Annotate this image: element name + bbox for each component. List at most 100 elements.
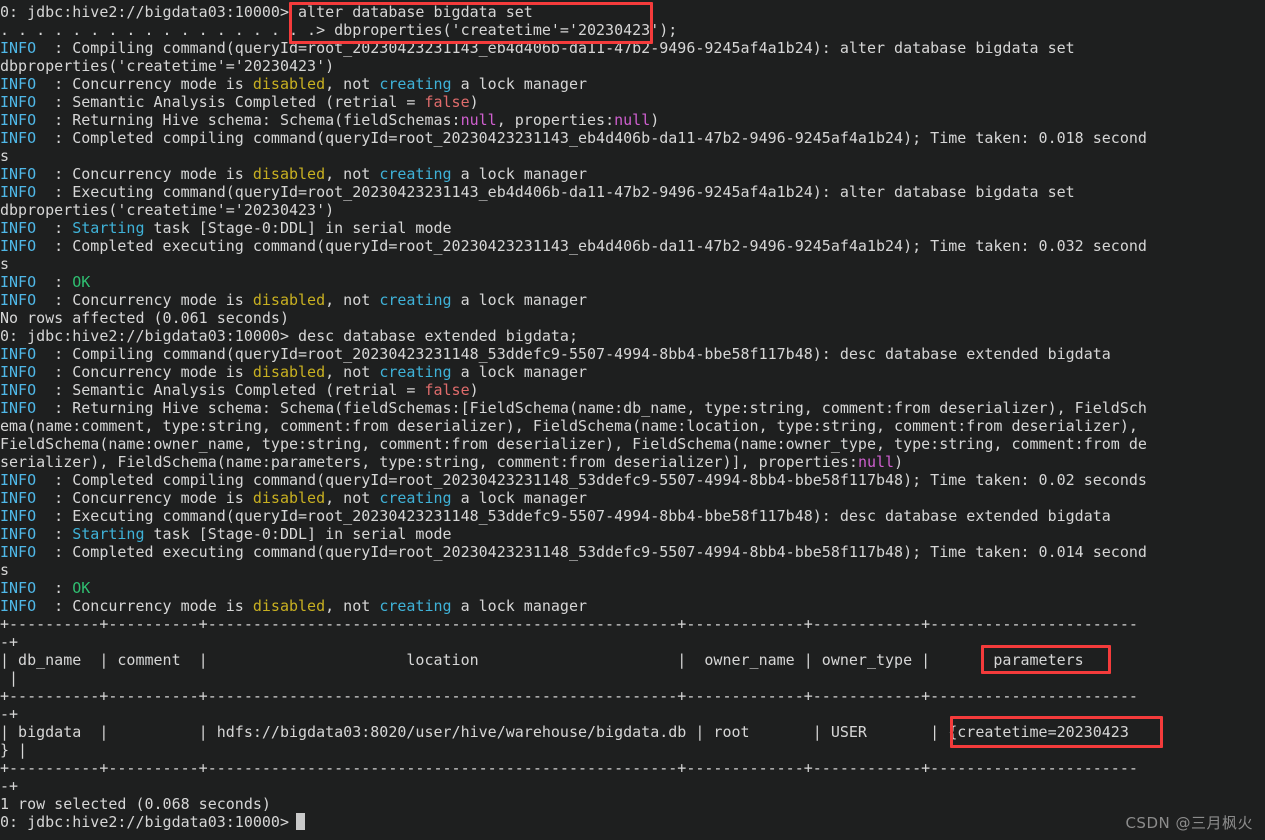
terminal-line-table-row-wrap: } | bbox=[0, 741, 1265, 759]
text-segment: INFO bbox=[0, 111, 37, 129]
terminal-line-info-starting-task-1: INFO : Starting task [Stage-0:DDL] in se… bbox=[0, 219, 1265, 237]
text-segment: } | bbox=[0, 741, 28, 759]
text-segment: s bbox=[0, 147, 10, 165]
terminal-line-prompt-alter-1: 0: jdbc:hive2://bigdata03:10000> alter d… bbox=[0, 3, 1265, 21]
text-segment: creating bbox=[379, 363, 452, 381]
text-segment: -+ bbox=[0, 777, 19, 795]
text-segment: creating bbox=[379, 165, 452, 183]
text-segment: : Semantic Analysis Completed (retrial = bbox=[36, 381, 425, 399]
text-segment: : Returning Hive schema: Schema(fieldSch… bbox=[36, 111, 461, 129]
terminal-line-wrap-alter-dbprops-1: dbproperties('createtime'='20230423') bbox=[0, 57, 1265, 75]
terminal-line-info-concurrency-4: INFO : Concurrency mode is disabled, not… bbox=[0, 363, 1265, 381]
terminal-line-info-returning-schema-1: INFO : Returning Hive schema: Schema(fie… bbox=[0, 111, 1265, 129]
terminal-line-info-concurrency-1: INFO : Concurrency mode is disabled, not… bbox=[0, 75, 1265, 93]
text-segment: : Concurrency mode is bbox=[36, 489, 253, 507]
text-segment: ) bbox=[650, 111, 660, 129]
text-segment: , not bbox=[325, 165, 380, 183]
text-segment: a lock manager bbox=[451, 165, 588, 183]
text-segment: disabled bbox=[252, 363, 326, 381]
text-segment: INFO bbox=[0, 363, 37, 381]
text-segment: disabled bbox=[252, 291, 326, 309]
text-segment: : bbox=[36, 525, 73, 543]
text-segment: INFO bbox=[0, 129, 37, 147]
text-segment: creating bbox=[379, 291, 452, 309]
text-segment: : Executing command(queryId=root_2023042… bbox=[36, 507, 1111, 525]
terminal-line-info-semantic-1: INFO : Semantic Analysis Completed (retr… bbox=[0, 93, 1265, 111]
text-segment: null bbox=[857, 453, 895, 471]
text-segment: ) bbox=[469, 93, 479, 111]
terminal-window[interactable]: 0: jdbc:hive2://bigdata03:10000> alter d… bbox=[0, 0, 1265, 840]
terminal-line-table-sep-bottom-wrap: -+ bbox=[0, 777, 1265, 795]
text-segment: +----------+----------+-----------------… bbox=[0, 759, 1138, 777]
text-segment: INFO bbox=[0, 165, 37, 183]
text-segment: 0: jdbc:hive2://bigdata03:10000> desc da… bbox=[0, 327, 578, 345]
text-segment: s bbox=[0, 255, 10, 273]
text-segment: false bbox=[424, 93, 470, 111]
csdn-watermark: CSDN @三月枫火 bbox=[1125, 814, 1253, 832]
text-segment: task [Stage-0:DDL] in serial mode bbox=[144, 525, 452, 543]
text-segment: a lock manager bbox=[451, 489, 588, 507]
text-segment: INFO bbox=[0, 579, 37, 597]
text-segment: false bbox=[424, 381, 470, 399]
text-segment: creating bbox=[379, 489, 452, 507]
text-segment: null bbox=[614, 111, 651, 129]
terminal-line-info-returning-schema-2: INFO : Returning Hive schema: Schema(fie… bbox=[0, 399, 1265, 417]
text-segment: | bbox=[0, 669, 19, 687]
text-segment: task [Stage-0:DDL] in serial mode bbox=[144, 219, 452, 237]
text-segment: INFO bbox=[0, 471, 37, 489]
text-segment: . . . . . . . . . . . . . . . . . .> dbp… bbox=[0, 21, 678, 39]
terminal-line-info-executing-alter: INFO : Executing command(queryId=root_20… bbox=[0, 183, 1265, 201]
terminal-line-wrap-schema-2: FieldSchema(name:owner_name, type:string… bbox=[0, 435, 1265, 453]
text-segment: , properties: bbox=[496, 111, 615, 129]
text-segment: : Concurrency mode is bbox=[36, 75, 253, 93]
text-segment: creating bbox=[379, 597, 452, 615]
text-segment: disabled bbox=[252, 75, 326, 93]
text-segment: OK bbox=[72, 579, 91, 597]
terminal-line-info-concurrency-2: INFO : Concurrency mode is disabled, not… bbox=[0, 165, 1265, 183]
text-segment: Starting bbox=[72, 219, 145, 237]
text-segment: INFO bbox=[0, 543, 37, 561]
text-segment: INFO bbox=[0, 597, 37, 615]
text-segment: ema(name:comment, type:string, comment:f… bbox=[0, 417, 1138, 435]
terminal-line-wrap-s-3: s bbox=[0, 561, 1265, 579]
text-segment: INFO bbox=[0, 183, 37, 201]
terminal-line-info-semantic-2: INFO : Semantic Analysis Completed (retr… bbox=[0, 381, 1265, 399]
text-segment: : Returning Hive schema: Schema(fieldSch… bbox=[36, 399, 1147, 417]
text-segment: a lock manager bbox=[451, 75, 588, 93]
text-segment: 0: jdbc:hive2://bigdata03:10000> bbox=[0, 813, 299, 831]
text-segment: : Concurrency mode is bbox=[36, 291, 253, 309]
text-segment: INFO bbox=[0, 291, 37, 309]
text-segment: 1 row selected (0.068 seconds) bbox=[0, 795, 271, 813]
text-segment: INFO bbox=[0, 93, 37, 111]
terminal-line-table-sep-bottom: +----------+----------+-----------------… bbox=[0, 759, 1265, 777]
text-segment: , not bbox=[325, 597, 380, 615]
text-segment: INFO bbox=[0, 219, 37, 237]
text-segment: a lock manager bbox=[451, 597, 588, 615]
text-segment: INFO bbox=[0, 381, 37, 399]
text-segment: : Executing command(queryId=root_2023042… bbox=[36, 183, 1075, 201]
text-segment: disabled bbox=[252, 165, 326, 183]
terminal-line-info-completed-executing-desc: INFO : Completed executing command(query… bbox=[0, 543, 1265, 561]
text-segment: , not bbox=[325, 363, 380, 381]
text-segment: : Completed compiling command(queryId=ro… bbox=[36, 471, 1147, 489]
terminal-line-info-starting-task-2: INFO : Starting task [Stage-0:DDL] in se… bbox=[0, 525, 1265, 543]
text-segment: : Compiling command(queryId=root_2023042… bbox=[36, 345, 1111, 363]
text-segment: : Concurrency mode is bbox=[36, 597, 253, 615]
terminal-line-wrap-s-1: s bbox=[0, 147, 1265, 165]
text-segment: INFO bbox=[0, 525, 37, 543]
text-segment: a lock manager bbox=[451, 363, 588, 381]
terminal-line-table-header-wrap: | bbox=[0, 669, 1265, 687]
terminal-line-table-sep-top-wrap: -+ bbox=[0, 633, 1265, 651]
terminal-line-rows-selected: 1 row selected (0.068 seconds) bbox=[0, 795, 1265, 813]
text-segment: +----------+----------+-----------------… bbox=[0, 687, 1138, 705]
terminal-line-wrap-schema-3: serializer), FieldSchema(name:parameters… bbox=[0, 453, 1265, 471]
text-segment: null bbox=[460, 111, 497, 129]
terminal-line-info-ok-2: INFO : OK bbox=[0, 579, 1265, 597]
terminal-line-info-completed-executing-alter: INFO : Completed executing command(query… bbox=[0, 237, 1265, 255]
text-segment: : Completed executing command(queryId=ro… bbox=[36, 237, 1147, 255]
text-segment: -+ bbox=[0, 705, 19, 723]
terminal-line-table-sep-top: +----------+----------+-----------------… bbox=[0, 615, 1265, 633]
terminal-line-prompt-desc: 0: jdbc:hive2://bigdata03:10000> desc da… bbox=[0, 327, 1265, 345]
text-segment: FieldSchema(name:owner_name, type:string… bbox=[0, 435, 1147, 453]
text-segment: dbproperties('createtime'='20230423') bbox=[0, 201, 335, 219]
